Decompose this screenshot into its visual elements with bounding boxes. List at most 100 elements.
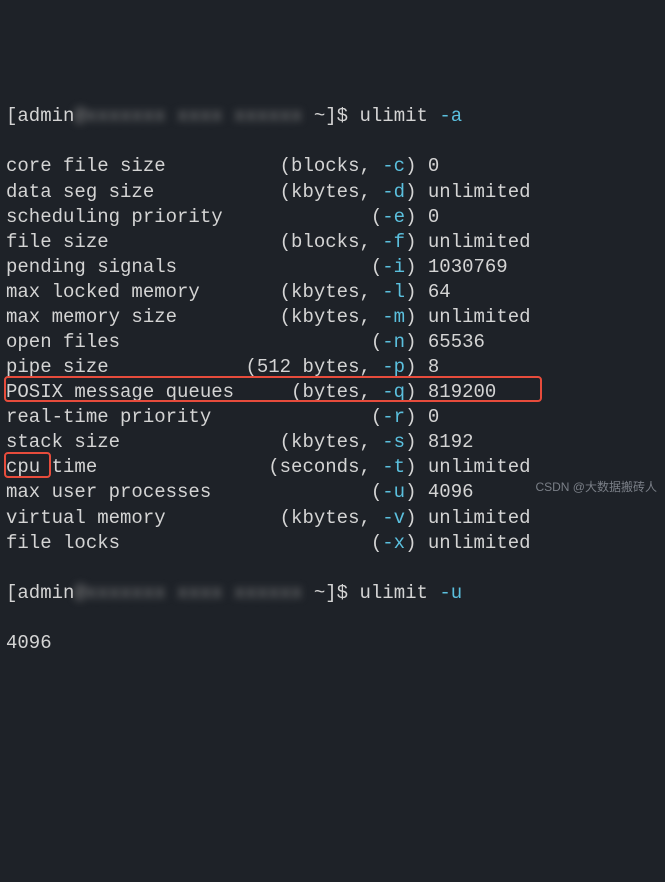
ulimit-close: ) — [405, 331, 428, 353]
ulimit-desc: max memory size — [6, 305, 280, 330]
ulimit-value: 64 — [428, 280, 451, 305]
ulimit-row: data seg size (kbytes, -d) unlimited — [6, 180, 659, 205]
ulimit-flag: -q — [382, 381, 405, 403]
ulimit-unit: (kbytes, — [280, 506, 383, 531]
ulimit-desc: file locks — [6, 531, 371, 556]
prompt-user: [admin — [6, 582, 74, 604]
ulimit-row: pending signals (-i) 1030769 — [6, 255, 659, 280]
ulimit-desc: POSIX message queues — [6, 380, 291, 405]
ulimit-desc: real-time priority — [6, 405, 371, 430]
ulimit-row: scheduling priority (-e) 0 — [6, 205, 659, 230]
ulimit-row: pipe size (512 bytes, -p) 8 — [6, 355, 659, 380]
ulimit-unit: (seconds, — [268, 455, 382, 480]
ulimit-value: 65536 — [428, 330, 485, 355]
ulimit-flag: -n — [382, 331, 405, 353]
ulimit-row: file locks (-x) unlimited — [6, 531, 659, 556]
ulimit-close: ) — [405, 155, 428, 177]
ulimit-value: 8 — [428, 355, 439, 380]
ulimit-close: ) — [405, 356, 428, 378]
ulimit-close: ) — [405, 507, 428, 529]
ulimit-desc: virtual memory — [6, 506, 280, 531]
ulimit-flag: -l — [382, 281, 405, 303]
prompt-user: [admin — [6, 105, 74, 127]
watermark-text: CSDN @大数据搬砖人 — [535, 480, 657, 496]
ulimit-close: ) — [405, 306, 428, 328]
ulimit-close: ) — [405, 431, 428, 453]
ulimit-value: unlimited — [428, 506, 531, 531]
ulimit-close: ) — [405, 532, 428, 554]
ulimit-desc: pending signals — [6, 255, 371, 280]
ulimit-unit: (kbytes, — [280, 305, 383, 330]
ulimit-desc: scheduling priority — [6, 205, 371, 230]
ulimit-row: cpu time (seconds, -t) unlimited — [6, 455, 659, 480]
command-text: ulimit — [359, 105, 439, 127]
ulimit-flag: -v — [382, 507, 405, 529]
ulimit-flag: -f — [382, 231, 405, 253]
ulimit-unit: (blocks, — [280, 154, 383, 179]
prompt-path: ~]$ — [302, 582, 359, 604]
ulimit-flag: -u — [382, 481, 405, 503]
ulimit-flag: -t — [382, 456, 405, 478]
ulimit-desc: file size — [6, 230, 280, 255]
ulimit-close: ) — [405, 206, 428, 228]
ulimit-close: ) — [405, 181, 428, 203]
ulimit-close: ) — [405, 456, 428, 478]
ulimit-row: POSIX message queues (bytes, -q) 819200 — [6, 380, 659, 405]
ulimit-unit: ( — [371, 531, 382, 556]
ulimit-row: stack size (kbytes, -s) 8192 — [6, 430, 659, 455]
ulimit-unit: (512 bytes, — [245, 355, 382, 380]
ulimit-flag: -c — [382, 155, 405, 177]
ulimit-close: ) — [405, 381, 428, 403]
ulimit-unit: ( — [371, 255, 382, 280]
ulimit-flag: -m — [382, 306, 405, 328]
command-flag: -u — [439, 582, 462, 604]
ulimit-close: ) — [405, 231, 428, 253]
prompt-host-blur: @xxxxxxx xxxx xxxxxx — [74, 104, 302, 129]
ulimit-unit: (kbytes, — [280, 430, 383, 455]
ulimit-desc: cpu time — [6, 455, 268, 480]
ulimit-flag: -d — [382, 181, 405, 203]
prompt-line-1: [admin@xxxxxxx xxxx xxxxxx ~]$ ulimit -a — [6, 104, 659, 129]
ulimit-value: unlimited — [428, 180, 531, 205]
ulimit-row: real-time priority (-r) 0 — [6, 405, 659, 430]
ulimit-flag: -s — [382, 431, 405, 453]
ulimit-flag: -r — [382, 406, 405, 428]
ulimit-value: unlimited — [428, 305, 531, 330]
ulimit-value: unlimited — [428, 455, 531, 480]
ulimit-row: max memory size (kbytes, -m) unlimited — [6, 305, 659, 330]
ulimit-flag: -p — [382, 356, 405, 378]
ulimit-row: max locked memory (kbytes, -l) 64 — [6, 280, 659, 305]
prompt-line-2: [admin@xxxxxxx xxxx xxxxxx ~]$ ulimit -u — [6, 581, 659, 606]
command-flag: -a — [439, 105, 462, 127]
ulimit-flag: -e — [382, 206, 405, 228]
ulimit-close: ) — [405, 406, 428, 428]
ulimit-unit: (kbytes, — [280, 280, 383, 305]
ulimit-row: file size (blocks, -f) unlimited — [6, 230, 659, 255]
ulimit-desc: open files — [6, 330, 371, 355]
ulimit-value: 0 — [428, 205, 439, 230]
ulimit-unit: (bytes, — [291, 380, 382, 405]
prompt-host-blur: @xxxxxxx xxxx xxxxxx — [74, 581, 302, 606]
ulimit-value: unlimited — [428, 531, 531, 556]
ulimit-flag: -i — [382, 256, 405, 278]
ulimit-flag: -x — [382, 532, 405, 554]
ulimit-close: ) — [405, 281, 428, 303]
ulimit-value: 1030769 — [428, 255, 508, 280]
ulimit-close: ) — [405, 481, 428, 503]
ulimit-unit: ( — [371, 480, 382, 505]
ulimit-value: unlimited — [428, 230, 531, 255]
ulimit-desc: core file size — [6, 154, 280, 179]
ulimit-unit: (kbytes, — [280, 180, 383, 205]
ulimit-desc: pipe size — [6, 355, 245, 380]
ulimit-unit: ( — [371, 205, 382, 230]
ulimit-desc: max user processes — [6, 480, 371, 505]
prompt-path: ~]$ — [302, 105, 359, 127]
ulimit-row: virtual memory (kbytes, -v) unlimited — [6, 506, 659, 531]
ulimit-unit: ( — [371, 405, 382, 430]
ulimit-value: 8192 — [428, 430, 474, 455]
ulimit-value: 4096 — [428, 480, 474, 505]
ulimit-unit: ( — [371, 330, 382, 355]
ulimit-unit: (blocks, — [280, 230, 383, 255]
ulimit-value: 819200 — [428, 380, 496, 405]
ulimit-desc: stack size — [6, 430, 280, 455]
